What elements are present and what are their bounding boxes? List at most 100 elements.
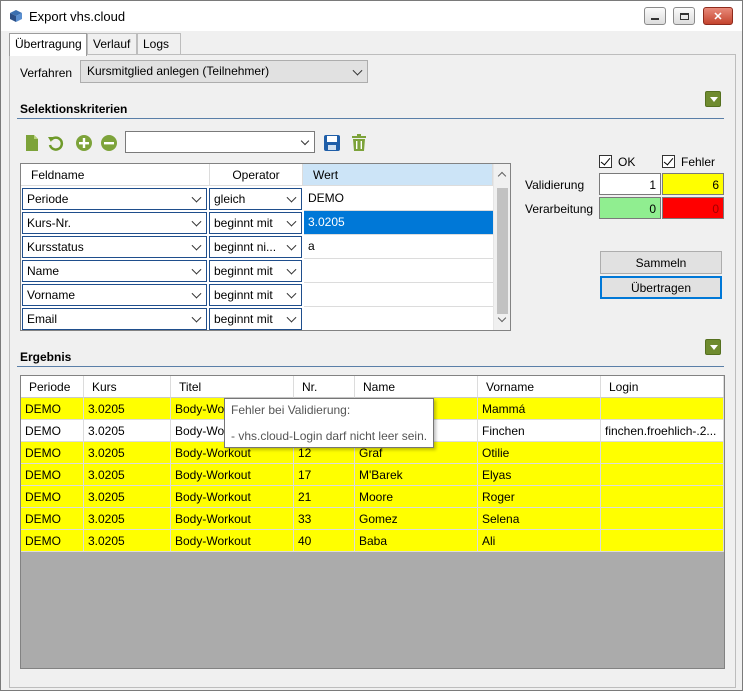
operator-select[interactable]: gleich xyxy=(209,188,302,210)
result-cell-login[interactable] xyxy=(601,530,724,552)
result-cell-vorname[interactable]: Selena xyxy=(478,508,601,530)
col-vorname[interactable]: Vorname xyxy=(478,376,601,398)
operator-select[interactable]: beginnt mit xyxy=(209,260,302,282)
delete-icon[interactable] xyxy=(350,134,368,152)
fehler-checkbox[interactable] xyxy=(662,155,675,168)
collapse-ergebnis-button[interactable] xyxy=(705,339,721,355)
scroll-up-icon[interactable] xyxy=(497,171,507,181)
scroll-down-icon[interactable] xyxy=(497,313,507,323)
wert-cell[interactable] xyxy=(304,307,493,330)
result-cell-kurs[interactable]: 3.0205 xyxy=(84,398,171,420)
result-cell-periode[interactable]: DEMO xyxy=(21,442,84,464)
result-cell-periode[interactable]: DEMO xyxy=(21,530,84,552)
fehler-label: Fehler xyxy=(681,155,716,169)
maximize-button[interactable] xyxy=(673,7,695,25)
operator-select[interactable]: beginnt mit xyxy=(209,284,302,306)
operator-select[interactable]: beginnt mit xyxy=(209,212,302,234)
result-cell-vorname[interactable]: Otilie xyxy=(478,442,601,464)
wert-cell[interactable] xyxy=(304,283,493,307)
validierung-label: Validierung xyxy=(525,178,585,192)
minimize-button[interactable] xyxy=(644,7,666,25)
result-cell-nr[interactable]: 21 xyxy=(294,486,355,508)
uebertragen-button[interactable]: Übertragen xyxy=(600,276,722,299)
result-cell-periode[interactable]: DEMO xyxy=(21,486,84,508)
header-operator[interactable]: Operator xyxy=(210,164,303,186)
result-cell-login[interactable]: finchen.froehlich-.2... xyxy=(601,420,724,442)
chevron-down-icon xyxy=(300,136,310,146)
col-kurs[interactable]: Kurs xyxy=(84,376,171,398)
feldname-select[interactable]: Kursstatus xyxy=(22,236,207,258)
header-feldname[interactable]: Feldname xyxy=(21,164,210,186)
result-cell-login[interactable] xyxy=(601,464,724,486)
result-cell-vorname[interactable]: Finchen xyxy=(478,420,601,442)
result-cell-periode[interactable]: DEMO xyxy=(21,398,84,420)
result-cell-periode[interactable]: DEMO xyxy=(21,464,84,486)
chevron-down-icon xyxy=(286,240,297,251)
result-cell-vorname[interactable]: Elyas xyxy=(478,464,601,486)
col-login[interactable]: Login xyxy=(601,376,724,398)
save-icon[interactable] xyxy=(323,134,341,152)
feldname-select[interactable]: Email xyxy=(22,308,207,330)
header-wert[interactable]: Wert xyxy=(303,164,493,186)
col-name[interactable]: Name xyxy=(355,376,478,398)
collapse-selektion-button[interactable] xyxy=(705,91,721,107)
feldname-value: Vorname xyxy=(27,288,76,302)
undo-icon[interactable] xyxy=(47,134,65,152)
result-cell-kurs[interactable]: 3.0205 xyxy=(84,530,171,552)
result-cell-vorname[interactable]: Ali xyxy=(478,530,601,552)
result-cell-kurs[interactable]: 3.0205 xyxy=(84,464,171,486)
result-cell-titel[interactable]: Body-Workout xyxy=(171,486,294,508)
feldname-select[interactable]: Vorname xyxy=(22,284,207,306)
new-document-icon[interactable] xyxy=(23,134,41,152)
filter-preset-select[interactable] xyxy=(125,131,315,153)
col-nr[interactable]: Nr. xyxy=(294,376,355,398)
result-cell-name[interactable]: Baba xyxy=(355,530,478,552)
add-icon[interactable] xyxy=(75,134,93,152)
col-periode[interactable]: Periode xyxy=(21,376,84,398)
result-cell-kurs[interactable]: 3.0205 xyxy=(84,486,171,508)
result-cell-vorname[interactable]: Roger xyxy=(478,486,601,508)
result-cell-titel[interactable]: Body-Workout xyxy=(171,530,294,552)
result-cell-periode[interactable]: DEMO xyxy=(21,508,84,530)
close-button[interactable]: ✕ xyxy=(703,7,733,25)
feldname-value: Kursstatus xyxy=(27,240,84,254)
chevron-down-icon xyxy=(191,216,202,227)
wert-cell[interactable] xyxy=(304,259,493,283)
result-cell-kurs[interactable]: 3.0205 xyxy=(84,420,171,442)
result-cell-kurs[interactable]: 3.0205 xyxy=(84,508,171,530)
operator-select[interactable]: beginnt ni... xyxy=(209,236,302,258)
result-cell-name[interactable]: M'Barek xyxy=(355,464,478,486)
result-cell-login[interactable] xyxy=(601,442,724,464)
result-cell-periode[interactable]: DEMO xyxy=(21,420,84,442)
feldname-select[interactable]: Kurs-Nr. xyxy=(22,212,207,234)
result-cell-login[interactable] xyxy=(601,508,724,530)
wert-cell-selected[interactable]: 3.0205 xyxy=(304,211,493,235)
wert-cell[interactable]: DEMO xyxy=(304,187,493,211)
feldname-value: Name xyxy=(27,264,60,278)
sammeln-button[interactable]: Sammeln xyxy=(600,251,722,274)
tab-verlauf[interactable]: Verlauf xyxy=(87,33,137,55)
result-cell-login[interactable] xyxy=(601,486,724,508)
vertical-scrollbar[interactable] xyxy=(493,164,510,330)
result-cell-vorname[interactable]: Mammá xyxy=(478,398,601,420)
result-cell-nr[interactable]: 17 xyxy=(294,464,355,486)
ok-checkbox[interactable] xyxy=(599,155,612,168)
result-cell-kurs[interactable]: 3.0205 xyxy=(84,442,171,464)
col-titel[interactable]: Titel xyxy=(171,376,294,398)
remove-icon[interactable] xyxy=(100,134,118,152)
feldname-select[interactable]: Periode xyxy=(22,188,207,210)
result-cell-nr[interactable]: 40 xyxy=(294,530,355,552)
result-cell-name[interactable]: Moore xyxy=(355,486,478,508)
operator-select[interactable]: beginnt mit xyxy=(209,308,302,330)
tab-logs[interactable]: Logs xyxy=(137,33,181,55)
wert-cell[interactable]: a xyxy=(304,235,493,259)
feldname-select[interactable]: Name xyxy=(22,260,207,282)
tab-uebertragung[interactable]: Übertragung xyxy=(9,33,87,56)
result-cell-name[interactable]: Gomez xyxy=(355,508,478,530)
result-cell-titel[interactable]: Body-Workout xyxy=(171,464,294,486)
result-cell-login[interactable] xyxy=(601,398,724,420)
verfahren-select[interactable]: Kursmitglied anlegen (Teilnehmer) xyxy=(80,60,368,83)
result-cell-titel[interactable]: Body-Workout xyxy=(171,508,294,530)
result-cell-nr[interactable]: 33 xyxy=(294,508,355,530)
scrollbar-thumb[interactable] xyxy=(497,188,508,314)
